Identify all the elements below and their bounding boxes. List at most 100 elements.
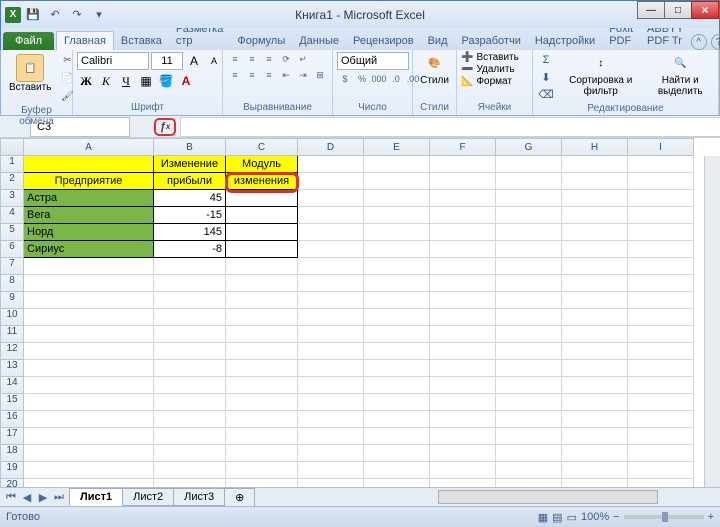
cell-A12[interactable] xyxy=(24,343,154,360)
cell-C12[interactable] xyxy=(226,343,298,360)
cell-B6[interactable]: -8 xyxy=(154,241,226,258)
cell-G8[interactable] xyxy=(496,275,562,292)
cell-A11[interactable] xyxy=(24,326,154,343)
cell-D2[interactable] xyxy=(298,173,364,190)
zoom-in-button[interactable]: + xyxy=(708,511,714,523)
insert-function-button[interactable] xyxy=(154,118,176,136)
row-header-7[interactable]: 7 xyxy=(0,258,24,275)
cell-E6[interactable] xyxy=(364,241,430,258)
cell-D16[interactable] xyxy=(298,411,364,428)
cell-E17[interactable] xyxy=(364,428,430,445)
help-icon[interactable]: ? xyxy=(711,34,720,50)
close-button[interactable]: × xyxy=(691,1,719,19)
cell-A5[interactable]: Норд xyxy=(24,224,154,241)
cell-G7[interactable] xyxy=(496,258,562,275)
cell-A16[interactable] xyxy=(24,411,154,428)
cell-C6[interactable] xyxy=(226,241,298,258)
cell-A20[interactable] xyxy=(24,479,154,487)
select-all-corner[interactable] xyxy=(0,138,24,156)
cell-B7[interactable] xyxy=(154,258,226,275)
cell-F17[interactable] xyxy=(430,428,496,445)
cell-F18[interactable] xyxy=(430,445,496,462)
format-cells-button[interactable]: 📐Формат xyxy=(461,76,512,87)
cell-H1[interactable] xyxy=(562,156,628,173)
excel-app-icon[interactable]: X xyxy=(5,7,21,23)
formula-input[interactable] xyxy=(180,117,720,137)
tab-formulas[interactable]: Формулы xyxy=(230,32,292,50)
view-layout-icon[interactable]: ▤ xyxy=(552,511,562,524)
cell-F6[interactable] xyxy=(430,241,496,258)
redo-button[interactable]: ↷ xyxy=(67,5,87,25)
maximize-button[interactable]: □ xyxy=(664,1,692,19)
col-header-I[interactable]: I xyxy=(628,138,694,156)
cell-C4[interactable] xyxy=(226,207,298,224)
styles-button[interactable]: 🎨 Стили xyxy=(417,52,452,86)
find-select-button[interactable]: 🔍 Найти и выделить xyxy=(646,52,714,97)
cell-B19[interactable] xyxy=(154,462,226,479)
cell-F12[interactable] xyxy=(430,343,496,360)
cell-H16[interactable] xyxy=(562,411,628,428)
cell-H6[interactable] xyxy=(562,241,628,258)
cell-I3[interactable] xyxy=(628,190,694,207)
font-size-input[interactable] xyxy=(151,52,183,70)
cell-D5[interactable] xyxy=(298,224,364,241)
cell-C19[interactable] xyxy=(226,462,298,479)
row-header-19[interactable]: 19 xyxy=(0,462,24,479)
cell-A7[interactable] xyxy=(24,258,154,275)
sheet-nav-prev[interactable]: ◀ xyxy=(20,490,34,504)
cell-D8[interactable] xyxy=(298,275,364,292)
cell-F5[interactable] xyxy=(430,224,496,241)
cell-H19[interactable] xyxy=(562,462,628,479)
cell-D20[interactable] xyxy=(298,479,364,487)
view-normal-icon[interactable]: ▦ xyxy=(538,511,548,524)
sort-filter-button[interactable]: ↕ Сортировка и фильтр xyxy=(561,52,640,97)
clear-button[interactable]: ⌫ xyxy=(537,86,555,102)
cell-E14[interactable] xyxy=(364,377,430,394)
cell-D14[interactable] xyxy=(298,377,364,394)
col-header-F[interactable]: F xyxy=(430,138,496,156)
new-sheet-button[interactable]: ⊕ xyxy=(224,488,255,507)
cell-H14[interactable] xyxy=(562,377,628,394)
cell-H20[interactable] xyxy=(562,479,628,487)
cell-E20[interactable] xyxy=(364,479,430,487)
cell-I16[interactable] xyxy=(628,411,694,428)
cell-B13[interactable] xyxy=(154,360,226,377)
cell-C13[interactable] xyxy=(226,360,298,377)
border-button[interactable]: ▦ xyxy=(137,72,155,90)
col-header-H[interactable]: H xyxy=(562,138,628,156)
tab-insert[interactable]: Вставка xyxy=(114,32,169,50)
cell-C10[interactable] xyxy=(226,309,298,326)
cell-D11[interactable] xyxy=(298,326,364,343)
zoom-out-button[interactable]: − xyxy=(613,511,619,523)
undo-button[interactable]: ↶ xyxy=(45,5,65,25)
align-bottom-button[interactable]: ≡ xyxy=(261,52,277,66)
sheet-nav-next[interactable]: ▶ xyxy=(36,490,50,504)
cell-G5[interactable] xyxy=(496,224,562,241)
decrease-indent-button[interactable]: ⇤ xyxy=(278,68,294,82)
col-header-C[interactable]: C xyxy=(226,138,298,156)
insert-cells-button[interactable]: ➕Вставить xyxy=(461,52,519,63)
cell-F15[interactable] xyxy=(430,394,496,411)
cell-C18[interactable] xyxy=(226,445,298,462)
cell-E2[interactable] xyxy=(364,173,430,190)
cell-C2[interactable]: изменения xyxy=(226,173,298,190)
cell-F13[interactable] xyxy=(430,360,496,377)
cells-area[interactable]: ИзменениеМодульПредприятиеприбылиизменен… xyxy=(24,156,720,487)
cell-D9[interactable] xyxy=(298,292,364,309)
cell-G2[interactable] xyxy=(496,173,562,190)
qat-dropdown[interactable]: ▾ xyxy=(89,5,109,25)
cell-A19[interactable] xyxy=(24,462,154,479)
cell-G1[interactable] xyxy=(496,156,562,173)
cell-H12[interactable] xyxy=(562,343,628,360)
cell-I17[interactable] xyxy=(628,428,694,445)
cell-A15[interactable] xyxy=(24,394,154,411)
align-right-button[interactable]: ≡ xyxy=(261,68,277,82)
cell-D6[interactable] xyxy=(298,241,364,258)
align-top-button[interactable]: ≡ xyxy=(227,52,243,66)
cell-E10[interactable] xyxy=(364,309,430,326)
cell-H11[interactable] xyxy=(562,326,628,343)
tab-addins[interactable]: Надстройки xyxy=(528,32,602,50)
cell-C20[interactable] xyxy=(226,479,298,487)
row-header-11[interactable]: 11 xyxy=(0,326,24,343)
cell-F11[interactable] xyxy=(430,326,496,343)
